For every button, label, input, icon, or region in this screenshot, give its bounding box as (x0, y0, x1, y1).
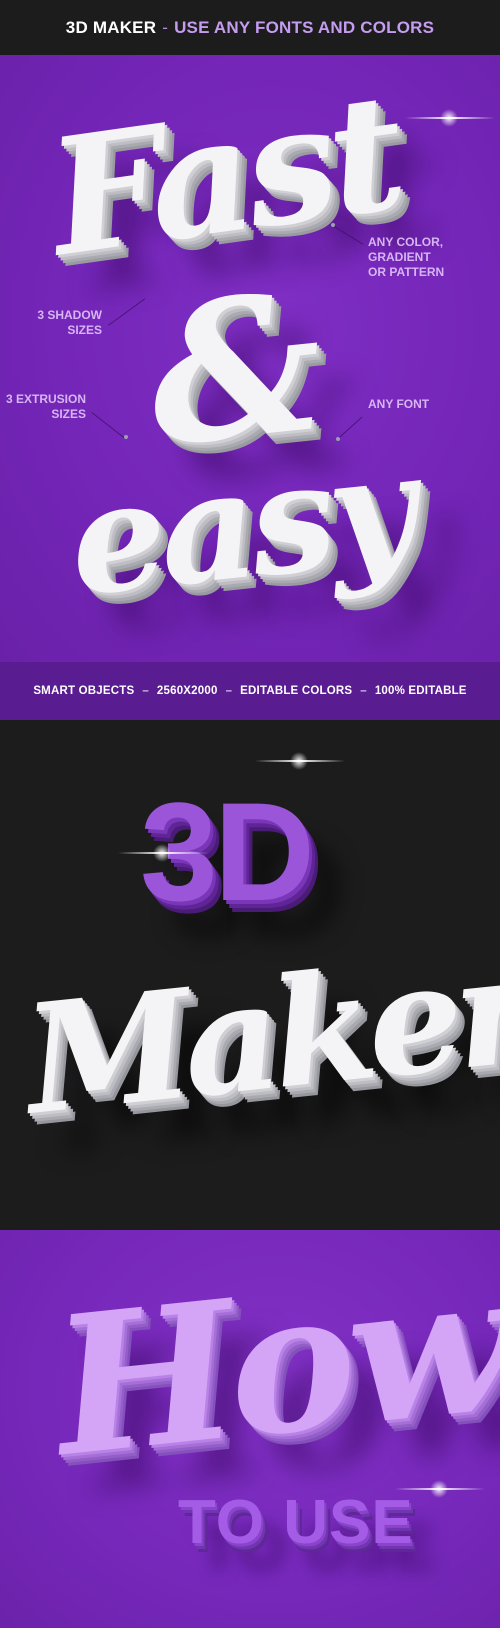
feature-editable-colors: EDITABLE COLORS (240, 685, 353, 697)
annotation-shadow-sizes: 3 SHADOW SIZES (20, 308, 102, 338)
word-maker: Maker (17, 921, 500, 1149)
annotation-any-color: ANY COLOR, GRADIENT OR PATTERN (368, 235, 444, 280)
header-separator: - (162, 17, 169, 37)
pointer-dot (331, 223, 335, 227)
hero-word-fast: Fast (38, 57, 410, 293)
dark-section: 3D Maker (0, 720, 500, 1230)
word-to-use: TO USE (178, 1488, 414, 1557)
annotation-extrusion-sizes: 3 EXTRUSION SIZES (4, 392, 86, 422)
annotation-line: ANY FONT (368, 397, 430, 411)
header-bar: 3D MAKER - USE ANY FONTS AND COLORS (0, 0, 500, 55)
word-how: How (44, 1230, 500, 1500)
annotation-line: OR PATTERN (368, 265, 445, 279)
annotation-line: GRADIENT (368, 250, 431, 264)
annotation-line: 3 SHADOW (37, 308, 102, 322)
feature-separator: – (142, 685, 149, 697)
hero-word-easy: easy (61, 419, 419, 631)
annotation-line: SIZES (51, 407, 86, 421)
feature-editable: 100% EDITABLE (374, 685, 467, 697)
sparkle-icon (118, 844, 208, 862)
sparkle-icon (255, 752, 345, 770)
annotation-line: 3 EXTRUSION (5, 392, 86, 406)
leader-line (91, 412, 126, 439)
feature-separator: – (360, 685, 367, 697)
leader-line (108, 298, 145, 326)
annotation-line: SIZES (67, 323, 102, 337)
pointer-dot (336, 437, 340, 441)
annotation-line: ANY COLOR, (368, 235, 444, 249)
poster: 3D MAKER - USE ANY FONTS AND COLORS Fast… (0, 0, 500, 1628)
bottom-section: How TO USE (0, 1230, 500, 1628)
annotation-any-font: ANY FONT (368, 397, 429, 412)
sparkle-icon (405, 109, 495, 127)
feature-bar: SMART OBJECTS – 2560X2000 – EDITABLE COL… (0, 662, 500, 720)
feature-smart-objects: SMART OBJECTS (33, 685, 135, 697)
header-title-sub: USE ANY FONTS AND COLORS (174, 17, 435, 37)
feature-resolution: 2560X2000 (156, 685, 218, 697)
hero-section: Fast & easy ANY COLOR, GRADIENT OR PATTE… (0, 55, 500, 662)
pointer-dot (124, 435, 128, 439)
feature-separator: – (225, 685, 233, 697)
header-title-main: 3D MAKER (65, 17, 157, 37)
